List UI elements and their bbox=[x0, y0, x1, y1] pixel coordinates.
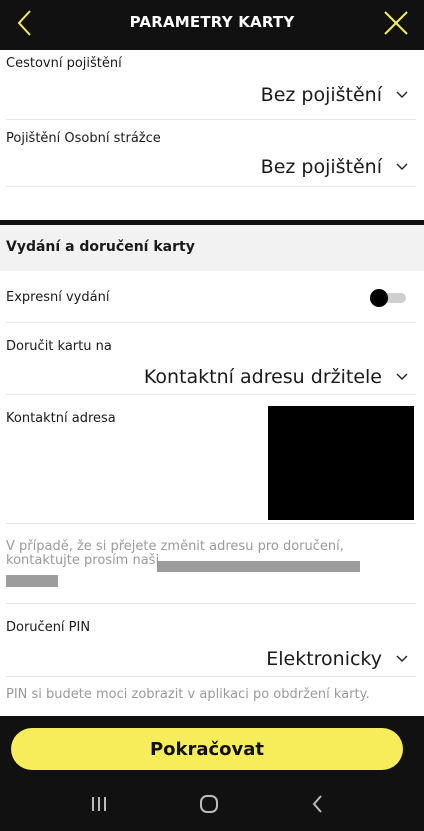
express-issue-toggle[interactable] bbox=[370, 289, 408, 307]
guard-insurance-select[interactable]: Bez pojištění bbox=[261, 156, 408, 178]
guard-insurance-value: Bez pojištění bbox=[260, 156, 382, 178]
express-issue-label: Expresní vydání bbox=[6, 290, 110, 305]
deliver-to-value: Kontaktní adresu držitele bbox=[143, 366, 382, 388]
redacted-contact bbox=[6, 575, 58, 587]
top-bar: PARAMETRY KARTY bbox=[0, 0, 424, 50]
divider bbox=[6, 119, 416, 120]
travel-insurance-select[interactable]: Bez pojištění bbox=[261, 84, 408, 106]
recent-apps-icon[interactable] bbox=[87, 792, 111, 816]
bottom-action-bar: Pokračovat bbox=[0, 716, 424, 777]
chevron-down-icon bbox=[396, 91, 408, 98]
pin-note: PIN si budete moci zobrazit v aplikaci p… bbox=[6, 687, 370, 702]
guard-insurance-label: Pojištění Osobní strážce bbox=[6, 131, 161, 146]
divider bbox=[6, 394, 416, 395]
home-icon[interactable] bbox=[197, 792, 221, 816]
redacted-contact bbox=[157, 561, 360, 572]
pin-delivery-select[interactable]: Elektronicky bbox=[266, 648, 408, 670]
deliver-to-label: Doručit kartu na bbox=[6, 339, 112, 354]
divider bbox=[6, 523, 416, 524]
section-header: Vydání a doručení karty bbox=[0, 225, 424, 271]
chevron-down-icon bbox=[396, 655, 408, 662]
system-nav-bar bbox=[0, 777, 424, 831]
continue-button[interactable]: Pokračovat bbox=[11, 728, 403, 770]
divider bbox=[6, 186, 416, 187]
travel-insurance-label: Cestovní pojištění bbox=[6, 56, 122, 71]
deliver-to-select[interactable]: Kontaktní adresu držitele bbox=[144, 366, 408, 388]
page-title: PARAMETRY KARTY bbox=[129, 13, 295, 31]
divider bbox=[6, 603, 416, 604]
contact-address-label: Kontaktní adresa bbox=[6, 411, 116, 426]
chevron-down-icon bbox=[396, 373, 408, 380]
section-title: Vydání a doručení karty bbox=[6, 239, 195, 255]
toggle-knob bbox=[370, 289, 388, 307]
pin-delivery-value: Elektronicky bbox=[266, 648, 382, 670]
pin-delivery-label: Doručení PIN bbox=[6, 620, 91, 635]
back-icon[interactable] bbox=[306, 792, 330, 816]
divider bbox=[6, 676, 416, 677]
chevron-down-icon bbox=[396, 163, 408, 170]
divider bbox=[6, 322, 416, 323]
address-redacted-block bbox=[268, 406, 414, 520]
close-icon[interactable] bbox=[382, 9, 410, 37]
travel-insurance-value: Bez pojištění bbox=[260, 84, 382, 106]
